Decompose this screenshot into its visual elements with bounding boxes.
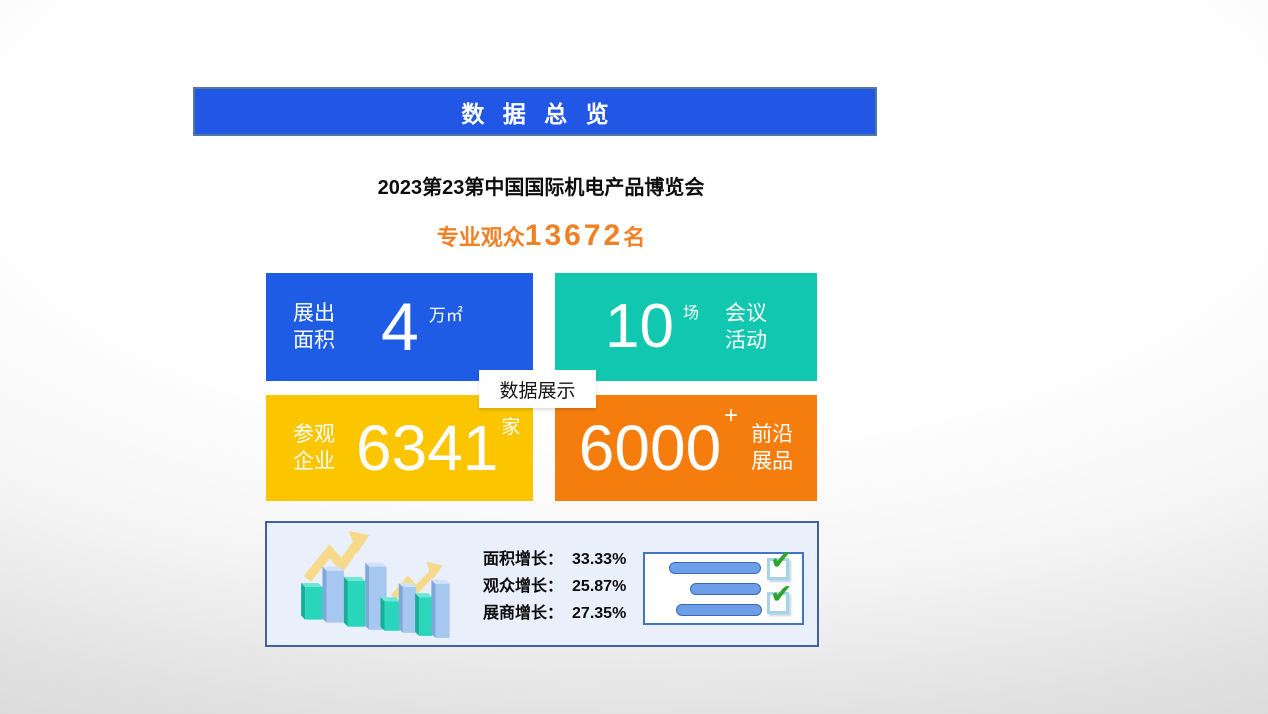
stat-label: 会议 活动 bbox=[725, 300, 767, 354]
colon: ： bbox=[547, 577, 563, 597]
checklist-with-green-checkmarks-icon: ✔ ✔ bbox=[643, 552, 804, 625]
stat-value: 6000 bbox=[579, 416, 721, 480]
stat-tile-exhibit-area: 展出 面积 4 万㎡ bbox=[266, 273, 533, 381]
growth-value: 33.33% bbox=[572, 550, 626, 570]
checklist-bar bbox=[690, 583, 761, 595]
audience-suffix: 名 bbox=[623, 225, 645, 250]
growth-row-exhibitor: 展商增长： 27.35% bbox=[483, 604, 626, 624]
stat-unit: 家 bbox=[501, 412, 520, 439]
checklist-bar bbox=[676, 604, 762, 616]
center-overlay-label: 数据展示 bbox=[479, 370, 596, 408]
stat-value: 6341 bbox=[356, 416, 498, 480]
stat-label: 参观 企业 bbox=[293, 421, 335, 475]
stat-tile-meetings: 10 场 会议 活动 bbox=[555, 273, 817, 381]
stat-value: 4 bbox=[381, 293, 419, 361]
stat-tile-frontier-exhibits: 6000 + 前沿 展品 bbox=[555, 395, 817, 501]
growth-value: 25.87% bbox=[572, 577, 626, 597]
growth-label: 观众增长 bbox=[483, 577, 547, 597]
checkbox-checked-icon: ✔ bbox=[767, 592, 789, 614]
colon: ： bbox=[547, 604, 563, 624]
stat-unit: 万㎡ bbox=[429, 301, 463, 326]
stat-value: 10 bbox=[605, 296, 674, 358]
growth-row-audience: 观众增长： 25.87% bbox=[483, 577, 626, 597]
section-header-bar: 数 据 总 览 bbox=[193, 87, 877, 136]
audience-prefix: 专业观众 bbox=[437, 225, 525, 250]
stat-label: 前沿 展品 bbox=[751, 421, 793, 475]
growth-stats-list: 面积增长： 33.33% 观众增长： 25.87% 展商增长： 27.35% bbox=[483, 550, 626, 624]
growth-value: 27.35% bbox=[572, 604, 626, 624]
growth-summary-panel: 面积增长： 33.33% 观众增长： 25.87% 展商增长： 27.35% ✔… bbox=[265, 521, 819, 647]
checklist-bar bbox=[669, 562, 761, 574]
colon: ： bbox=[547, 550, 563, 570]
audience-number: 13672 bbox=[525, 219, 623, 252]
growth-bar-chart-icon bbox=[297, 528, 465, 642]
growth-label: 展商增长 bbox=[483, 604, 547, 624]
stat-label: 展出 面积 bbox=[293, 300, 335, 354]
event-title: 2023第23第中国国际机电产品博览会 bbox=[166, 171, 916, 200]
stat-unit: + bbox=[724, 402, 738, 430]
stat-unit: 场 bbox=[683, 299, 699, 323]
checkbox-checked-icon: ✔ bbox=[767, 558, 789, 580]
growth-row-area: 面积增长： 33.33% bbox=[483, 550, 626, 570]
growth-label: 面积增长 bbox=[483, 550, 547, 570]
section-header-title: 数 据 总 览 bbox=[455, 95, 614, 129]
audience-stat-line: 专业观众13672名 bbox=[166, 219, 916, 253]
stat-tile-visiting-companies: 参观 企业 6341 家 bbox=[266, 395, 533, 501]
